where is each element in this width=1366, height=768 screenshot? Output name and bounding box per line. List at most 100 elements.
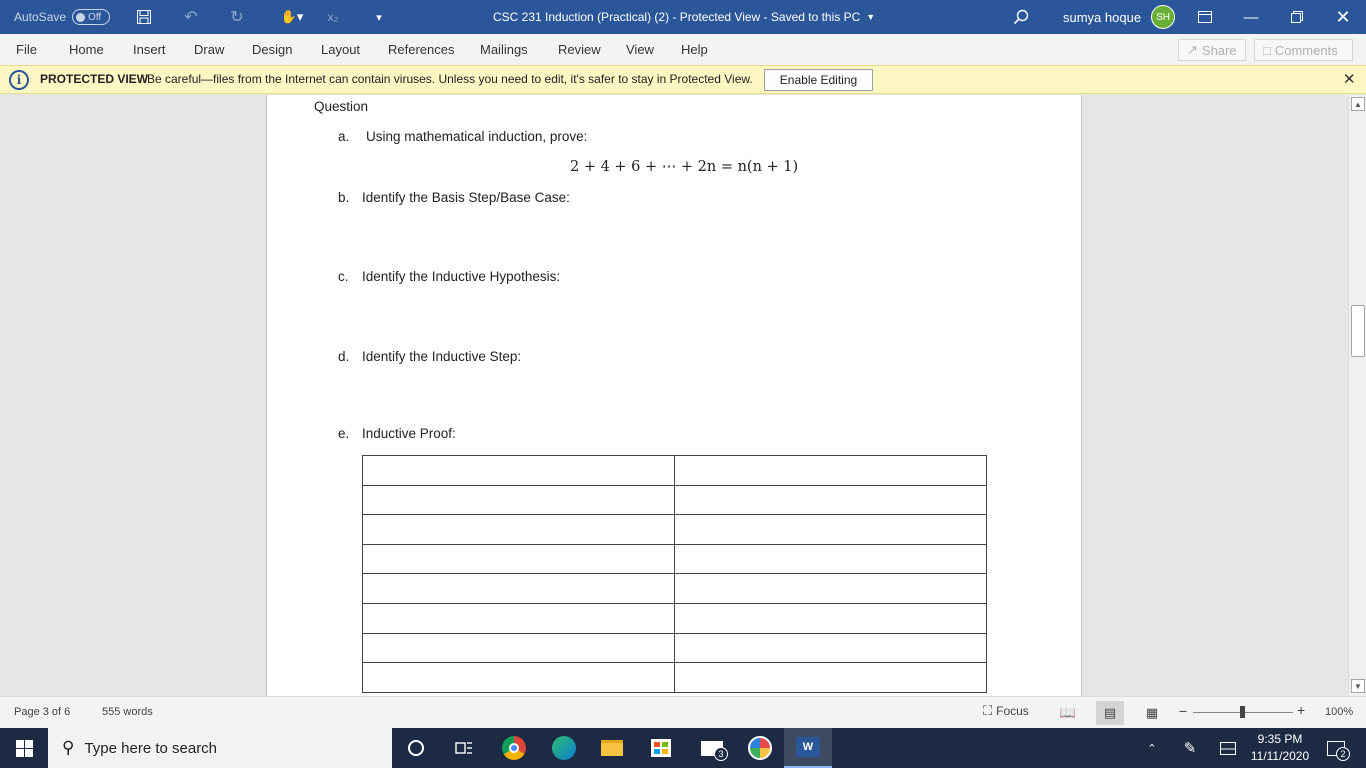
redo-icon[interactable]: ↻ xyxy=(222,0,252,34)
tab-draw[interactable]: Draw xyxy=(194,42,224,57)
question-heading: Question xyxy=(314,99,369,114)
undo-icon[interactable]: ↶ xyxy=(176,0,206,34)
tab-layout[interactable]: Layout xyxy=(321,42,360,57)
table-cell[interactable] xyxy=(362,484,675,516)
item-text-b: Identify the Basis Step/Base Case: xyxy=(362,190,570,205)
table-cell[interactable] xyxy=(674,543,987,575)
scroll-down-icon[interactable]: ▼ xyxy=(1351,679,1365,693)
chevron-down-icon[interactable]: ▼ xyxy=(866,12,875,22)
table-cell[interactable] xyxy=(674,484,987,516)
comment-icon: □ xyxy=(1263,42,1271,58)
tab-design[interactable]: Design xyxy=(252,42,292,57)
restore-button[interactable] xyxy=(1274,0,1320,34)
windows-start-icon[interactable] xyxy=(0,728,48,768)
save-icon[interactable] xyxy=(129,0,159,34)
touch-mode-icon[interactable]: ✋▾ xyxy=(272,0,312,34)
search-placeholder: Type here to search xyxy=(84,739,218,757)
autosave-label: AutoSave xyxy=(14,10,67,24)
ribbon-tabs: File Home Insert Draw Design Layout Refe… xyxy=(0,34,1366,65)
cortana-icon[interactable] xyxy=(392,728,440,768)
search-icon[interactable] xyxy=(1006,0,1036,34)
customize-qat-icon[interactable]: ▾ xyxy=(364,0,394,34)
file-explorer-icon[interactable] xyxy=(588,728,636,768)
table-cell[interactable] xyxy=(362,514,675,545)
autosave-switch[interactable]: Off xyxy=(72,9,111,25)
zoom-in-icon[interactable]: + xyxy=(1297,702,1305,718)
table-cell[interactable] xyxy=(362,662,675,693)
tab-home[interactable]: Home xyxy=(69,42,104,57)
store-icon[interactable] xyxy=(637,728,685,768)
table-cell[interactable] xyxy=(674,632,987,664)
task-view-icon[interactable] xyxy=(440,728,488,768)
close-button[interactable]: ✕ xyxy=(1320,0,1366,34)
tab-file[interactable]: File xyxy=(16,42,37,57)
table-cell[interactable] xyxy=(362,602,675,634)
proof-table[interactable] xyxy=(362,455,987,693)
table-cell[interactable] xyxy=(674,602,987,634)
table-cell[interactable] xyxy=(362,573,675,604)
paint-icon[interactable] xyxy=(736,728,784,768)
document-page[interactable]: Question a. Using mathematical induction… xyxy=(266,95,1082,696)
close-icon[interactable]: ✕ xyxy=(1343,70,1356,88)
taskbar-search[interactable]: ⚲ Type here to search xyxy=(48,728,392,768)
edge-icon[interactable] xyxy=(540,728,588,768)
minimize-button[interactable]: — xyxy=(1228,0,1274,34)
word-icon[interactable]: W xyxy=(784,728,832,768)
table-cell[interactable] xyxy=(362,455,675,486)
comments-button[interactable]: □ Comments xyxy=(1254,39,1353,61)
item-text-e: Inductive Proof: xyxy=(362,426,456,441)
table-row xyxy=(362,632,987,664)
table-row xyxy=(362,602,987,634)
table-row xyxy=(362,514,987,545)
page-indicator[interactable]: Page 3 of 6 xyxy=(14,706,70,718)
chevron-up-icon[interactable]: ⌃ xyxy=(1140,728,1164,768)
scroll-thumb[interactable] xyxy=(1351,305,1365,357)
notification-badge: 2 xyxy=(1336,746,1350,761)
table-row xyxy=(362,662,987,693)
search-icon: ⚲ xyxy=(62,738,75,757)
table-cell[interactable] xyxy=(674,455,987,486)
share-button[interactable]: ↗ Share xyxy=(1178,39,1246,61)
enable-editing-button[interactable]: Enable Editing xyxy=(764,69,873,91)
table-cell[interactable] xyxy=(362,543,675,575)
ribbon-display-icon[interactable] xyxy=(1182,0,1228,34)
item-text-a: Using mathematical induction, prove: xyxy=(366,129,588,144)
clock-date: 11/11/2020 xyxy=(1250,749,1310,763)
tab-view[interactable]: View xyxy=(626,42,654,57)
item-letter-b: b. xyxy=(338,190,350,205)
print-layout-icon[interactable]: ▤ xyxy=(1096,701,1124,725)
info-icon: i xyxy=(9,70,29,90)
table-cell[interactable] xyxy=(674,514,987,545)
table-cell[interactable] xyxy=(362,632,675,664)
subscript-icon[interactable]: x₂ xyxy=(318,0,348,34)
table-cell[interactable] xyxy=(674,573,987,604)
item-letter-e: e. xyxy=(338,426,350,441)
notification-icon[interactable]: 2 xyxy=(1320,728,1352,768)
user-account[interactable]: sumya hoque SH xyxy=(1063,0,1176,34)
doc-title-text: CSC 231 Induction (Practical) (2) - Prot… xyxy=(493,10,861,24)
keyboard-icon[interactable] xyxy=(1214,728,1242,768)
chrome-icon[interactable] xyxy=(490,728,538,768)
document-canvas[interactable]: Question a. Using mathematical induction… xyxy=(0,95,1348,696)
focus-button[interactable]: ⛶ Focus xyxy=(983,703,1029,719)
zoom-level[interactable]: 100% xyxy=(1325,706,1353,718)
item-text-c: Identify the Inductive Hypothesis: xyxy=(362,269,561,284)
vertical-scrollbar[interactable]: ▲ ▼ xyxy=(1348,95,1366,696)
tab-help[interactable]: Help xyxy=(681,42,708,57)
tab-insert[interactable]: Insert xyxy=(133,42,166,57)
zoom-out-icon[interactable]: − xyxy=(1179,703,1187,719)
read-mode-icon[interactable]: 📖 xyxy=(1054,701,1082,725)
autosave-toggle[interactable]: AutoSave Off xyxy=(14,0,111,34)
zoom-slider-thumb[interactable] xyxy=(1240,706,1245,718)
web-layout-icon[interactable]: ▦ xyxy=(1138,701,1166,725)
scroll-up-icon[interactable]: ▲ xyxy=(1351,97,1365,111)
pen-icon[interactable]: ✎ xyxy=(1176,728,1204,768)
tab-references[interactable]: References xyxy=(388,42,454,57)
system-clock[interactable]: 9:35 PM 11/11/2020 xyxy=(1244,731,1316,765)
word-count[interactable]: 555 words xyxy=(102,706,153,718)
table-cell[interactable] xyxy=(674,662,987,693)
tab-review[interactable]: Review xyxy=(558,42,601,57)
mail-icon[interactable]: 3 xyxy=(688,728,736,768)
share-icon: ↗ xyxy=(1187,42,1198,57)
tab-mailings[interactable]: Mailings xyxy=(480,42,528,57)
